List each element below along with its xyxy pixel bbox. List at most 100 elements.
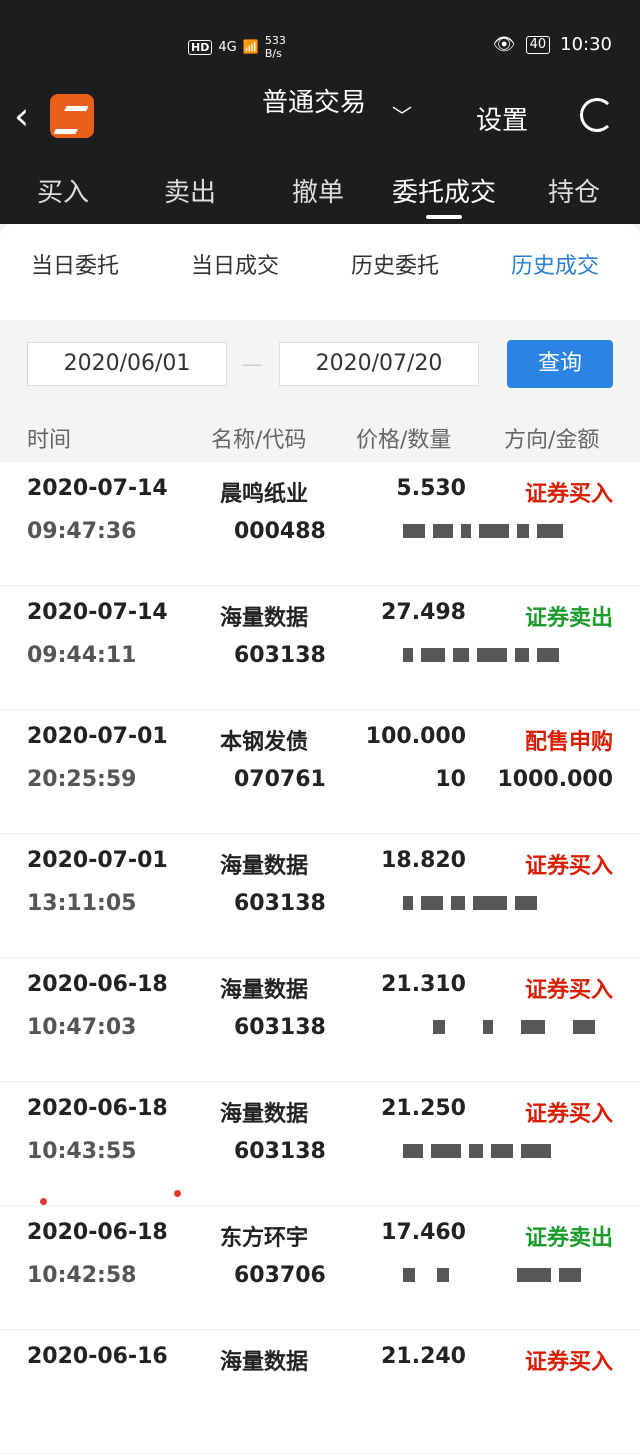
tab-buy[interactable]: 买入 <box>37 172 89 209</box>
net-speed: 533 B/s <box>265 34 286 60</box>
stock-name: 本钢发债 <box>220 730 309 755</box>
date-filter: 2020/06/01 — 2020/07/20 查询 <box>0 320 640 410</box>
stock-name: 海量数据 <box>220 854 309 879</box>
tab-positions[interactable]: 持仓 <box>548 172 600 209</box>
trade-price: 21.240 <box>381 1344 466 1369</box>
redacted-amount <box>403 648 613 662</box>
tab-sell[interactable]: 卖出 <box>164 172 216 209</box>
table-row[interactable]: 2020-06-18 10:47:03 海量数据 603138 21.310 证… <box>0 958 640 1082</box>
table-row[interactable]: 2020-06-16 海量数据 21.240 证券买入 <box>0 1330 640 1454</box>
table-row[interactable]: 2020-06-18 10:42:58 东方环宇 603706 17.460 证… <box>0 1206 640 1330</box>
status-left: HD 4G 📶 533 B/s <box>188 34 286 60</box>
net-speed-value: 533 <box>264 34 286 47</box>
end-date-field[interactable]: 2020/07/20 <box>279 342 479 386</box>
stock-code: 603138 <box>234 643 326 668</box>
trade-date: 2020-06-16 <box>27 1344 168 1369</box>
trade-price: 5.530 <box>396 476 466 501</box>
trade-direction: 证券卖出 <box>524 606 613 631</box>
settings-button[interactable]: 设置 <box>476 100 528 137</box>
stock-name: 晨鸣纸业 <box>220 482 309 507</box>
table-row[interactable]: 2020-07-14 09:47:36 晨鸣纸业 000488 5.530 证券… <box>0 462 640 586</box>
trade-date: 2020-07-01 <box>27 724 168 749</box>
stock-name: 东方环宇 <box>220 1226 309 1251</box>
hd-icon: HD <box>188 39 213 55</box>
table-row[interactable]: 2020-07-01 13:11:05 海量数据 603138 18.820 证… <box>0 834 640 958</box>
trade-price: 18.820 <box>381 848 466 873</box>
trade-time: 20:25:59 <box>27 767 137 792</box>
query-button[interactable]: 查询 <box>507 340 613 388</box>
table-header: 时间 名称/代码 价格/数量 方向/金额 <box>0 410 640 462</box>
trade-direction: 证券卖出 <box>524 1226 613 1251</box>
trade-direction: 证券买入 <box>524 854 613 879</box>
trade-direction: 证券买入 <box>524 978 613 1003</box>
wifi-icon: 📶 <box>242 39 259 55</box>
trade-list: 2020-07-14 09:47:36 晨鸣纸业 000488 5.530 证券… <box>0 462 640 1454</box>
subtab-history-trades[interactable]: 历史成交 <box>511 248 599 280</box>
col-price-qty: 价格/数量 <box>356 428 452 453</box>
stock-name: 海量数据 <box>220 1102 309 1127</box>
subtab-history-orders[interactable]: 历史委托 <box>351 248 439 280</box>
trade-date: 2020-06-18 <box>27 1220 168 1245</box>
trade-date: 2020-06-18 <box>27 1096 168 1121</box>
trade-time: 09:47:36 <box>27 519 137 544</box>
redacted-amount <box>403 1144 613 1158</box>
table-row[interactable]: 2020-07-01 20:25:59 本钢发债 070761 100.000 … <box>0 710 640 834</box>
sub-tabs: 当日委托 当日成交 历史委托 历史成交 <box>0 224 640 304</box>
trade-price: 21.310 <box>381 972 466 997</box>
redacted-amount <box>403 524 613 538</box>
stock-name: 海量数据 <box>220 978 309 1003</box>
page-title[interactable]: 普通交易 <box>262 88 366 118</box>
red-dot <box>174 1190 181 1197</box>
trade-time: 13:11:05 <box>27 891 137 916</box>
trade-time: 09:44:11 <box>27 643 137 668</box>
stock-code: 603706 <box>234 1263 326 1288</box>
col-time: 时间 <box>27 428 72 453</box>
tab-orders-trades[interactable]: 委托成交 <box>392 172 496 209</box>
stock-name: 海量数据 <box>220 1350 309 1375</box>
trade-direction: 配售申购 <box>524 730 613 755</box>
date-separator: — <box>242 352 262 376</box>
refresh-icon[interactable] <box>580 98 614 132</box>
back-icon[interactable]: ‹ <box>14 94 29 138</box>
trade-time: 10:42:58 <box>27 1263 137 1288</box>
stock-code: 000488 <box>234 519 326 544</box>
trade-price: 21.250 <box>381 1096 466 1121</box>
trade-price: 100.000 <box>365 724 466 749</box>
redacted-amount <box>403 1268 613 1282</box>
redacted-amount <box>403 1020 613 1034</box>
eye-icon: 👁 <box>492 34 516 55</box>
app-logo-icon <box>50 94 94 138</box>
redacted-amount <box>403 896 613 910</box>
content-panel: 当日委托 当日成交 历史委托 历史成交 2020/06/01 — 2020/07… <box>0 224 640 1454</box>
trade-direction: 证券买入 <box>524 1350 613 1375</box>
red-dot <box>40 1198 47 1205</box>
trade-time: 10:43:55 <box>27 1139 137 1164</box>
table-row[interactable]: 2020-07-14 09:44:11 海量数据 603138 27.498 证… <box>0 586 640 710</box>
chevron-down-icon[interactable]: ﹀ <box>392 100 412 129</box>
stock-code: 603138 <box>234 1139 326 1164</box>
trade-time: 10:47:03 <box>27 1015 137 1040</box>
stock-code: 070761 <box>234 767 326 792</box>
subtab-today-orders[interactable]: 当日委托 <box>31 248 119 280</box>
table-row[interactable]: 2020-06-18 10:43:55 海量数据 603138 21.250 证… <box>0 1082 640 1206</box>
stock-code: 603138 <box>234 891 326 916</box>
trade-price: 17.460 <box>381 1220 466 1245</box>
trade-price: 27.498 <box>381 600 466 625</box>
trade-date: 2020-06-18 <box>27 972 168 997</box>
main-tabs: 买入 卖出 撤单 委托成交 持仓 <box>0 168 640 218</box>
tab-cancel[interactable]: 撤单 <box>292 172 344 209</box>
col-direction-amount: 方向/金额 <box>504 428 600 453</box>
subtab-today-trades[interactable]: 当日成交 <box>191 248 279 280</box>
stock-name: 海量数据 <box>220 606 309 631</box>
signal-icon: 4G <box>218 39 237 55</box>
app-bar: ‹ 普通交易 ﹀ 设置 买入 卖出 撤单 委托成交 持仓 <box>0 88 640 224</box>
net-speed-unit: B/s <box>264 47 282 60</box>
start-date-field[interactable]: 2020/06/01 <box>27 342 227 386</box>
trade-date: 2020-07-14 <box>27 476 168 501</box>
trade-amount: 1000.000 <box>497 767 613 792</box>
clock: 10:30 <box>560 34 612 55</box>
trade-date: 2020-07-01 <box>27 848 168 873</box>
trade-direction: 证券买入 <box>524 482 613 507</box>
stock-code: 603138 <box>234 1015 326 1040</box>
trade-quantity: 10 <box>435 767 466 792</box>
